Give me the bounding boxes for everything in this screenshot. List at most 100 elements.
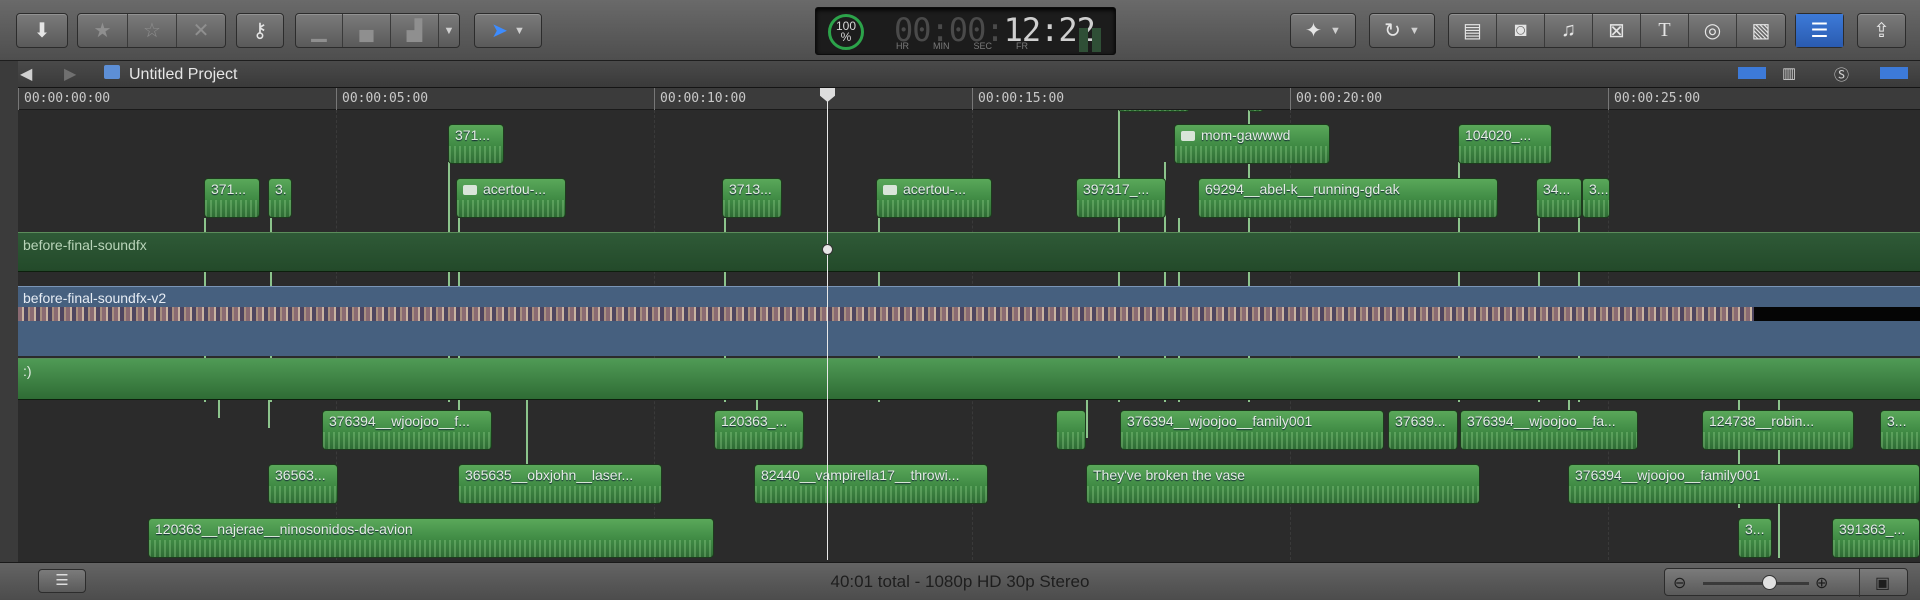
audio-clip[interactable]: 69294__abel-k__running-gd-ak (1198, 178, 1498, 218)
ruler-label: 00:00:10:00 (660, 91, 747, 106)
audio-clip[interactable]: 376394__wjoojoo__family001 (1568, 464, 1920, 504)
photo-browser-icon[interactable]: ▤ (1449, 14, 1497, 47)
audio-clip[interactable]: 3... (1738, 518, 1772, 558)
keyframe-dot[interactable] (822, 244, 833, 255)
label-sec: SEC (973, 41, 993, 51)
zoom-in-icon[interactable]: ⊕ (1815, 573, 1828, 593)
transition-icon[interactable]: ⊠ (1593, 14, 1641, 47)
ruler-label: 00:00:15:00 (978, 91, 1065, 106)
clip-label: 376394__wjoojoo__family001 (1127, 413, 1313, 429)
audio-clip[interactable]: 371... (204, 178, 260, 218)
clip-label: 120363_... (721, 413, 788, 429)
audio-clip[interactable] (1118, 110, 1190, 112)
audio-clip[interactable]: mom-gawwwd (1174, 124, 1330, 164)
audio-clip[interactable]: 371... (448, 124, 504, 164)
ruler-tick (18, 88, 19, 110)
divider (1859, 569, 1860, 597)
clip-appearance-icon[interactable]: ▣ (1875, 573, 1890, 593)
audio-clip[interactable]: 391363_... (1832, 518, 1920, 558)
audio-clip[interactable]: 37639... (1388, 410, 1458, 450)
zoom-slider-track[interactable] (1703, 582, 1809, 585)
arrow-select-icon: ➤ ▼ (491, 20, 525, 42)
fcp-window: ⬇ ★ ☆ ✕ ⚷ ▁ ▄ ▟ ▼ ➤ ▼ 100 % 00:00:12:22 (0, 0, 1920, 600)
audio-meter-left (1079, 28, 1088, 52)
audio-clip[interactable]: acertou-... (876, 178, 992, 218)
reject-x-icon[interactable]: ✕ (177, 14, 225, 47)
title-icon[interactable]: T (1641, 14, 1689, 47)
audio-meter-right (1092, 28, 1101, 52)
ruler-tick (1290, 88, 1291, 110)
background-tasks-indicator[interactable]: 100 % (828, 14, 864, 50)
audio-skimming-icon[interactable]: ▥ (1782, 64, 1796, 82)
audio-clip[interactable]: 365635__obxjohn__laser... (458, 464, 662, 504)
clip-label: 3... (1745, 521, 1765, 537)
timeline-area[interactable]: 371... mom-gawwwd 104020_... 371... 3. a… (18, 110, 1920, 560)
audio-clip[interactable]: 124738__robin... (1702, 410, 1854, 450)
audio-clip[interactable]: acertou-... (456, 178, 566, 218)
audio-clip[interactable]: 120363_... (714, 410, 804, 450)
forward-arrow-icon[interactable]: ▶ (64, 64, 76, 84)
audio-clip[interactable]: 376394__wjoojoo__fa... (1460, 410, 1638, 450)
back-arrow-icon[interactable]: ◀ (20, 64, 32, 84)
zoom-out-icon[interactable]: ⊖ (1673, 573, 1686, 593)
ruler-tick (972, 88, 973, 110)
clip-label: 3713... (729, 181, 772, 197)
timeline-ruler[interactable]: 00:00:00:00 00:00:05:00 00:00:10:00 00:0… (18, 88, 1920, 110)
audio-clip[interactable]: 3... (1880, 410, 1920, 450)
audio-clip[interactable]: 34... (1536, 178, 1582, 218)
clip-label: acertou-... (463, 181, 546, 197)
audio-clip[interactable]: 397317_... (1076, 178, 1166, 218)
clip-label: 376394__wjoojoo__f... (329, 413, 470, 429)
clip-badge-icon (883, 185, 897, 196)
audio-clip[interactable]: 120363__najerae__ninosonidos-de-avion (148, 518, 714, 558)
insert-clip-icon[interactable]: ▄ (343, 14, 391, 47)
edit-group: ▁ ▄ ▟ ▼ (295, 13, 460, 48)
audio-clip[interactable]: 3. (268, 178, 292, 218)
music-icon[interactable]: ♫ (1545, 14, 1593, 47)
dashboard-timecode[interactable]: 100 % 00:00:12:22 HR MIN SEC FR (815, 7, 1116, 55)
audio-clip[interactable]: 376394__wjoojoo__f... (322, 410, 492, 450)
theme-icon[interactable]: ▧ (1737, 14, 1785, 47)
magic-wand-icon: ✦ ▼ (1305, 20, 1341, 42)
clip-name: mom-gawwwd (1201, 127, 1291, 143)
inspector-toggle-icon: ☰ (1796, 14, 1843, 47)
video-only-icon[interactable] (1738, 67, 1766, 79)
snapping-icon[interactable] (1880, 67, 1908, 79)
import-button[interactable]: ⬇ (16, 13, 68, 48)
edit-menu-chevron-icon[interactable]: ▼ (439, 14, 459, 47)
solo-icon[interactable]: Ⓢ (1834, 64, 1849, 85)
clip-badge-icon (463, 185, 477, 196)
generator-icon[interactable]: ◎ (1689, 14, 1737, 47)
zoom-slider-knob[interactable] (1762, 575, 1777, 590)
unrate-star-icon[interactable]: ☆ (128, 14, 177, 47)
audio-clip[interactable] (1056, 410, 1086, 450)
black-gap (1754, 307, 1920, 321)
audio-clip[interactable]: 82440__vampirella17__throwi... (754, 464, 988, 504)
label-hr: HR (896, 41, 909, 51)
share-button[interactable]: ⇪ (1857, 13, 1906, 48)
audio-clip[interactable]: They've broken the vase (1086, 464, 1480, 504)
favorite-star-icon[interactable]: ★ (78, 14, 128, 47)
audio-clip[interactable]: 3... (1582, 178, 1610, 218)
append-clip-icon[interactable]: ▟ (391, 14, 439, 47)
clip-label: 371... (455, 127, 491, 143)
storyline-smile[interactable]: :) (18, 358, 1920, 400)
audio-clip[interactable]: 104020_... (1458, 124, 1552, 164)
connect-clip-icon[interactable]: ▁ (296, 14, 343, 47)
inspector-button[interactable]: ☰ (1795, 13, 1844, 48)
audio-clip[interactable]: 3713... (722, 178, 782, 218)
clip-label: 69294__abel-k__running-gd-ak (1205, 181, 1400, 197)
primary-storyline-clip[interactable]: before-final-soundfx-v2 (18, 286, 1920, 356)
clip-label: 36563... (275, 467, 326, 483)
audio-clip[interactable] (1248, 110, 1264, 112)
audio-clip[interactable]: 36563... (268, 464, 338, 504)
tool-select-button[interactable]: ➤ ▼ (474, 13, 542, 48)
playhead[interactable] (827, 92, 828, 560)
main-toolbar: ⬇ ★ ☆ ✕ ⚷ ▁ ▄ ▟ ▼ ➤ ▼ 100 % 00:00:12:22 (0, 0, 1920, 61)
audio-clip[interactable]: 376394__wjoojoo__family001 (1120, 410, 1384, 450)
camera-icon[interactable]: ◙ (1497, 14, 1545, 47)
retime-button[interactable]: ↻ ▼ (1369, 13, 1435, 48)
keyword-button[interactable]: ⚷ (236, 13, 284, 48)
enhance-button[interactable]: ✦ ▼ (1290, 13, 1356, 48)
storyline-before-final-soundfx[interactable]: before-final-soundfx (18, 232, 1920, 272)
